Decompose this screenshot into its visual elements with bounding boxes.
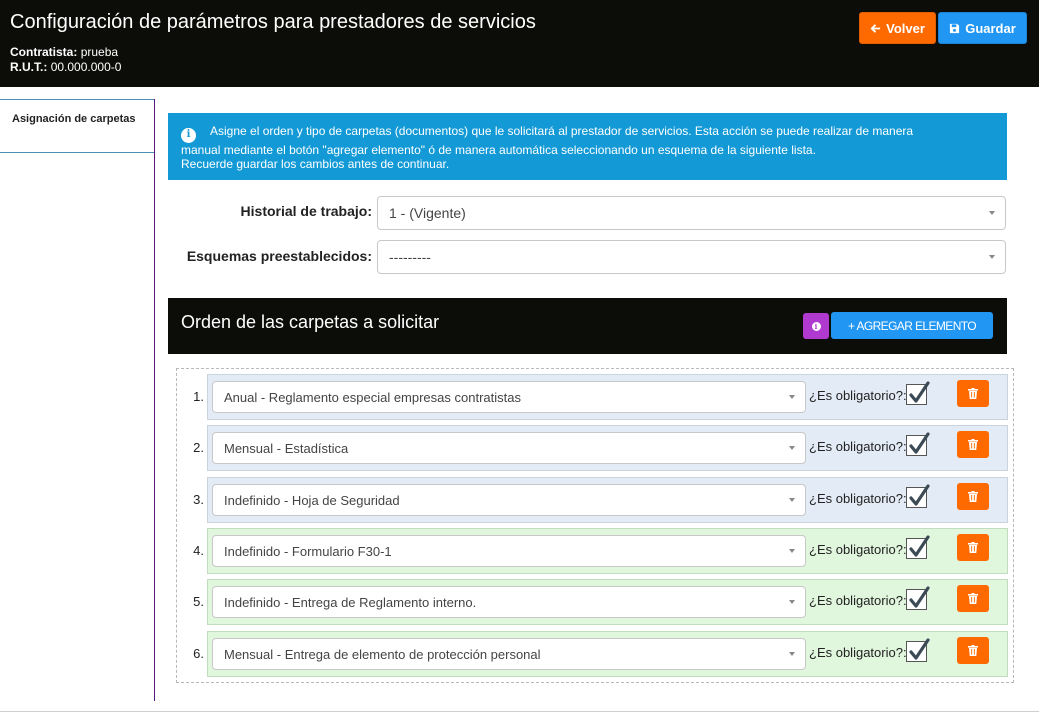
list-item: 5. Indefinido - Entrega de Reglamento int… bbox=[193, 579, 1008, 625]
checkmark-icon bbox=[909, 484, 930, 506]
info-button[interactable]: i bbox=[803, 313, 829, 339]
chevron-down-icon bbox=[789, 498, 795, 502]
obligatorio-label: ¿Es obligatorio?: bbox=[809, 645, 907, 660]
trash-icon bbox=[968, 542, 978, 553]
item-number: 5. bbox=[193, 594, 204, 609]
trash-icon bbox=[968, 491, 978, 502]
item-number: 4. bbox=[193, 543, 204, 558]
checkmark-icon bbox=[909, 638, 930, 660]
obligatorio-checkbox[interactable] bbox=[906, 638, 930, 662]
section-title: Orden de las carpetas a solicitar bbox=[181, 312, 440, 332]
chevron-down-icon bbox=[789, 446, 795, 450]
back-button[interactable]: Volver bbox=[859, 12, 936, 44]
section-header: Orden de las carpetas a solicitar i + AG… bbox=[168, 298, 1007, 354]
item-number: 1. bbox=[193, 389, 204, 404]
delete-button[interactable] bbox=[957, 585, 989, 612]
rut-value: 00.000.000-0 bbox=[50, 60, 122, 74]
info-icon: i bbox=[181, 127, 196, 143]
contratista-value: prueba bbox=[80, 45, 119, 59]
obligatorio-checkbox[interactable] bbox=[906, 381, 930, 405]
chevron-down-icon bbox=[789, 549, 795, 553]
footer-divider bbox=[0, 711, 1039, 712]
item-number: 3. bbox=[193, 492, 204, 507]
sidebar: Asignación de carpetas bbox=[0, 99, 155, 701]
chevron-down-icon bbox=[789, 652, 795, 656]
folder-list: 1. Anual - Reglamento especial empresas c… bbox=[176, 368, 1014, 683]
list-item: 6. Mensual - Entrega de elemento de prote… bbox=[193, 631, 1008, 677]
esquemas-label: Esquemas preestablecidos: bbox=[186, 248, 372, 264]
list-item: 1. Anual - Reglamento especial empresas c… bbox=[193, 374, 1008, 420]
delete-button[interactable] bbox=[957, 380, 989, 407]
esquemas-selected-value: --------- bbox=[389, 249, 431, 265]
delete-button[interactable] bbox=[957, 483, 989, 510]
chevron-down-icon bbox=[989, 211, 995, 215]
alert-line-2: manual mediante el botón "agregar elemen… bbox=[181, 142, 816, 157]
page-header: Configuración de parámetros para prestad… bbox=[0, 0, 1039, 87]
obligatorio-checkbox[interactable] bbox=[906, 586, 930, 610]
item-number: 2. bbox=[193, 440, 204, 455]
obligatorio-label: ¿Es obligatorio?: bbox=[809, 542, 907, 557]
obligatorio-label: ¿Es obligatorio?: bbox=[809, 491, 907, 506]
checkmark-icon bbox=[909, 535, 930, 557]
list-item: 3. Indefinido - Hoja de Seguridad ¿Es obli… bbox=[193, 477, 1008, 523]
sidebar-item-asignacion-carpetas[interactable]: Asignación de carpetas bbox=[0, 99, 154, 153]
folder-type-select[interactable]: Mensual - Estadística bbox=[212, 432, 806, 464]
info-alert: i Asigne el orden y tipo de carpetas (doc… bbox=[168, 113, 1007, 180]
rut-label: R.U.T.: bbox=[10, 60, 48, 74]
contratista-info: Contratista: prueba bbox=[10, 45, 118, 59]
folder-type-value: Mensual - Entrega de elemento de protecc… bbox=[224, 646, 541, 662]
folder-type-value: Indefinido - Formulario F30-1 bbox=[224, 543, 392, 559]
item-number: 6. bbox=[193, 646, 204, 661]
save-button[interactable]: Guardar bbox=[938, 12, 1027, 44]
alert-line-1: Asigne el orden y tipo de carpetas (docu… bbox=[210, 124, 914, 138]
folder-type-value: Indefinido - Hoja de Seguridad bbox=[224, 492, 400, 508]
floppy-disk-icon bbox=[950, 23, 960, 33]
trash-icon bbox=[968, 439, 978, 450]
delete-button[interactable] bbox=[957, 534, 989, 561]
back-button-label: Volver bbox=[886, 20, 925, 36]
obligatorio-checkbox[interactable] bbox=[906, 432, 930, 456]
obligatorio-label: ¿Es obligatorio?: bbox=[809, 439, 907, 454]
rut-info: R.U.T.: 00.000.000-0 bbox=[10, 60, 121, 74]
folder-type-select[interactable]: Indefinido - Entrega de Reglamento inter… bbox=[212, 586, 806, 618]
list-item: 2. Mensual - Estadística ¿Es obligatorio?: bbox=[193, 425, 1008, 471]
historial-label: Historial de trabajo: bbox=[240, 203, 372, 219]
folder-type-value: Mensual - Estadística bbox=[224, 440, 349, 456]
folder-type-select[interactable]: Indefinido - Hoja de Seguridad bbox=[212, 484, 806, 516]
delete-button[interactable] bbox=[957, 431, 989, 458]
folder-type-select[interactable]: Indefinido - Formulario F30-1 bbox=[212, 535, 806, 567]
page-title: Configuración de parámetros para prestad… bbox=[10, 11, 536, 33]
historial-select[interactable]: 1 - (Vigente) bbox=[377, 196, 1006, 230]
list-item: 4. Indefinido - Formulario F30-1 ¿Es oblig… bbox=[193, 528, 1008, 574]
folder-type-value: Indefinido - Entrega de Reglamento inter… bbox=[224, 594, 477, 610]
chevron-down-icon bbox=[789, 395, 795, 399]
checkmark-icon bbox=[909, 586, 930, 608]
obligatorio-checkbox[interactable] bbox=[906, 535, 930, 559]
save-button-label: Guardar bbox=[965, 20, 1016, 36]
arrow-left-icon bbox=[870, 23, 881, 33]
trash-icon bbox=[968, 388, 978, 399]
checkmark-icon bbox=[909, 381, 930, 403]
delete-button[interactable] bbox=[957, 637, 989, 664]
chevron-down-icon bbox=[789, 600, 795, 604]
trash-icon bbox=[968, 645, 978, 656]
folder-type-select[interactable]: Mensual - Entrega de elemento de protecc… bbox=[212, 638, 806, 670]
info-icon: i bbox=[811, 321, 821, 331]
obligatorio-checkbox[interactable] bbox=[906, 484, 930, 508]
chevron-down-icon bbox=[989, 255, 995, 259]
historial-selected-value: 1 - (Vigente) bbox=[389, 205, 466, 221]
trash-icon bbox=[968, 593, 978, 604]
add-element-button[interactable]: + AGREGAR ELEMENTO bbox=[831, 312, 993, 339]
alert-line-3: Recuerde guardar los cambios antes de co… bbox=[181, 156, 450, 171]
esquemas-select[interactable]: --------- bbox=[377, 240, 1006, 274]
folder-type-value: Anual - Reglamento especial empresas con… bbox=[224, 389, 521, 405]
contratista-label: Contratista: bbox=[10, 45, 78, 59]
obligatorio-label: ¿Es obligatorio?: bbox=[809, 388, 907, 403]
checkmark-icon bbox=[909, 432, 930, 454]
folder-type-select[interactable]: Anual - Reglamento especial empresas con… bbox=[212, 381, 806, 413]
obligatorio-label: ¿Es obligatorio?: bbox=[809, 593, 907, 608]
